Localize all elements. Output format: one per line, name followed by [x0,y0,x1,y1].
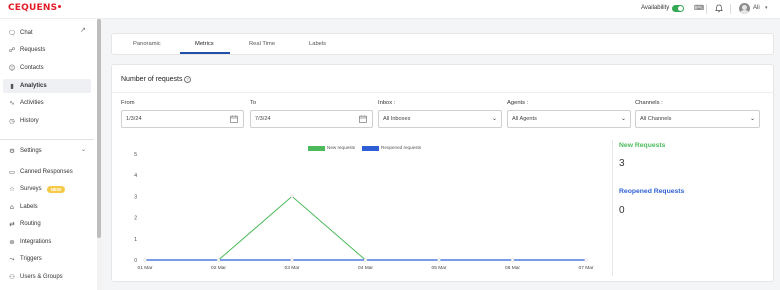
user-name[interactable]: Ali [753,5,760,11]
panel-divider [112,92,773,93]
chat-icon: 🗨 [7,29,17,37]
chevron-down-icon: ⌄ [749,116,755,122]
surveys-icon: ☆ [9,185,15,193]
sidebar-item-triggers[interactable]: ⤳ Triggers [3,252,91,266]
sidebar-item-canned-responses[interactable]: ▭ Canned Responses [3,165,91,179]
chevron-down-icon[interactable]: ⌄ [81,146,86,153]
tab-metrics[interactable]: Metrics [195,41,214,47]
reopened-requests-label: Reopened Requests [619,188,685,195]
sidebar-item-requests[interactable]: ☍ Requests [3,43,91,57]
x-tick-label: 03 Mar [285,265,300,271]
chevron-down-icon[interactable]: ▾ [765,5,768,11]
y-tick-label: 2 [134,216,137,222]
cequens-logo[interactable]: CEQUENS [8,3,62,13]
divider [730,4,731,14]
data-point-reopened [216,258,221,262]
sidebar-item-integrations[interactable]: ⊛ Integrations [3,235,91,249]
canned-responses-icon: ▭ [8,168,16,176]
labels-icon: ⌂ [9,203,15,211]
y-tick-label: 5 [134,152,137,158]
data-point-new [290,194,294,198]
sidebar-item-chat[interactable]: 🗨 Chat [3,26,91,40]
inbox-label: Inbox : [378,100,396,106]
x-tick-label: 02 Mar [211,265,226,271]
data-point-reopened [437,258,441,262]
sidebar: 🗨 Chat ↗ ☍ Requests ☺ Contacts ▮ Analytics ∿… [0,19,97,290]
analytics-icon: ▮ [10,82,14,90]
triggers-icon: ⤳ [9,254,15,263]
contacts-icon: ☺ [8,64,16,72]
data-point-reopened [290,258,294,262]
from-date-field[interactable]: 1/3/24 [121,110,244,128]
help-icon[interactable]: ? [184,76,191,83]
y-tick-label: 1 [134,237,137,243]
chevron-down-icon: ⌄ [491,116,497,122]
panel-title: Number of requests [121,76,183,83]
new-requests-value: 3 [619,158,625,169]
x-tick-label: 07 Mar [579,265,594,271]
availability-toggle[interactable] [672,5,684,12]
data-point-reopened [584,258,588,262]
x-tick-label: 01 Mar [138,265,153,271]
new-badge: NEW [46,185,66,193]
data-point-reopened [510,258,515,262]
sidebar-item-routing[interactable]: ⇄ Routing [3,217,91,231]
user-avatar[interactable] [739,3,750,14]
requests-icon: ☍ [8,46,16,54]
reopened-requests-value: 0 [619,205,625,216]
requests-line-chart: 0 1 2 3 4 5 01 Mar 02 Mar 03 Mar 04 Mar 05 Mar 06 M… [134,152,594,271]
active-tab-indicator [180,52,230,54]
external-link-icon[interactable]: ↗ [80,26,86,34]
channels-label: Channels : [635,100,663,106]
keyboard-shortcut-icon[interactable]: ⌨ [694,4,704,12]
x-tick-label: 04 Mar [358,265,373,271]
calendar-icon[interactable] [359,115,367,123]
channels-select[interactable]: All Channels ⌄ [635,110,760,128]
y-tick-label: 3 [134,194,137,200]
routing-icon: ⇄ [9,220,15,228]
y-tick-label: 0 [134,258,137,264]
history-icon: ◷ [9,117,15,125]
tab-labels[interactable]: Labels [309,41,326,47]
divider [706,4,707,14]
tab-panoramic[interactable]: Panoramic [133,41,161,47]
inbox-select[interactable]: All Inboxes ⌄ [378,110,502,128]
activities-icon: ∿ [9,99,15,107]
y-tick-label: 4 [134,173,137,179]
x-tick-label: 06 Mar [505,265,520,271]
to-date-field[interactable]: 7/3/24 [250,110,373,128]
sidebar-item-settings[interactable]: ⚙ Settings [3,144,91,158]
sidebar-item-surveys[interactable]: ☆ Surveys NEW [3,182,91,196]
data-point-reopened [143,258,147,262]
users-groups-icon: ⚇ [9,273,15,281]
new-requests-label: New Requests [619,142,666,149]
sidebar-divider [0,139,94,140]
calendar-icon[interactable] [230,115,238,123]
agents-label: Agents : [507,100,529,106]
sidebar-item-activities[interactable]: ∿ Activities [3,96,91,110]
data-point-reopened [363,258,368,262]
settings-icon: ⚙ [9,147,15,155]
tab-real-time[interactable]: Real Time [249,41,275,47]
bell-icon[interactable] [715,4,723,13]
top-bar: CEQUENS Availability ⌨ Ali ▾ [0,0,780,19]
sidebar-item-analytics[interactable]: ▮ Analytics [3,79,91,93]
chevron-down-icon: ⌄ [620,116,626,122]
x-tick-label: 05 Mar [432,265,447,271]
sidebar-item-contacts[interactable]: ☺ Contacts [3,61,91,75]
series-line-new-requests [145,195,586,261]
stats-divider [612,140,613,276]
from-label: From [121,100,135,106]
to-label: To [250,100,257,106]
sidebar-item-history[interactable]: ◷ History [3,114,91,128]
integrations-icon: ⊛ [9,238,15,246]
availability-label: Availability [641,5,670,11]
sidebar-item-labels[interactable]: ⌂ Labels [3,200,91,214]
agents-select[interactable]: All Agents ⌄ [507,110,631,128]
sidebar-item-users-groups[interactable]: ⚇ Users & Groups [3,270,91,284]
